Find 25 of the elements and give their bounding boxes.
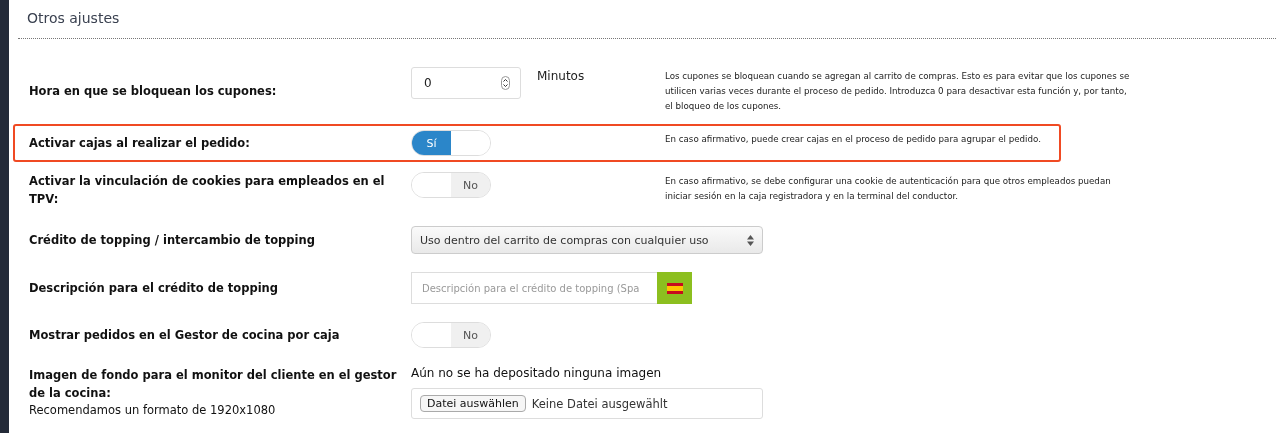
toggle-text: No <box>451 173 490 197</box>
field-label: Hora en que se bloquean los cupones: <box>29 82 278 100</box>
choose-file-button[interactable]: Datei auswählen <box>420 395 526 412</box>
field-label: Crédito de topping / intercambio de topping <box>29 232 316 249</box>
field-label: Activar la vinculación de cookies para empleados en el TPV: <box>29 173 386 208</box>
file-status: Keine Datei ausgewählt <box>531 396 668 411</box>
dropdown-select[interactable]: Uso dentro del carrito de compras con cualquier uso <box>411 226 763 254</box>
field-hint: Recomendamos un formato de 1920x1080 <box>29 402 277 418</box>
toggle-switch[interactable]: Sí <box>411 130 491 156</box>
toggle-switch[interactable]: No <box>411 322 491 348</box>
field-label: Imagen de fondo para el monitor del cliente en el gestor de la cocina: <box>29 367 398 402</box>
toggle-text: No <box>451 323 490 347</box>
help-text: En caso afirmativo, se debe configurar una cookie de autenticación para que otros empleados puedan iniciar sesión en la caja registradora y en la terminal del conductor. <box>665 175 1112 203</box>
toggle-switch[interactable]: No <box>411 172 491 198</box>
section-title: Otros ajustes <box>18 0 1276 39</box>
file-input[interactable]: Datei auswählen Keine Datei ausgewählt <box>411 388 763 419</box>
number-field[interactable]: 0 <box>411 67 521 99</box>
field-label: Descripción para el crédito de topping <box>29 280 279 297</box>
status-text: Aún no se ha depositado ninguna imagen <box>411 366 662 380</box>
unit-label: Minutos <box>537 68 585 83</box>
help-text: Los cupones se bloquean cuando se agregan al carrito de compras. Esto es para evitar que los cupones se utilicen varias veces durante el proceso de pedido. Introduzca 0 para desactivar esta función y, por tanto, el bloqueo de los cupones. <box>665 70 1131 113</box>
field-label: Activar cajas al realizar el pedido: <box>29 135 251 152</box>
field-label: Mostrar pedidos en el Gestor de cocina por caja <box>29 327 341 344</box>
toggle-text: Sí <box>412 131 451 155</box>
help-text: En caso afirmativo, puede crear cajas en el proceso de pedido para agrupar el pedido. <box>665 133 1042 146</box>
